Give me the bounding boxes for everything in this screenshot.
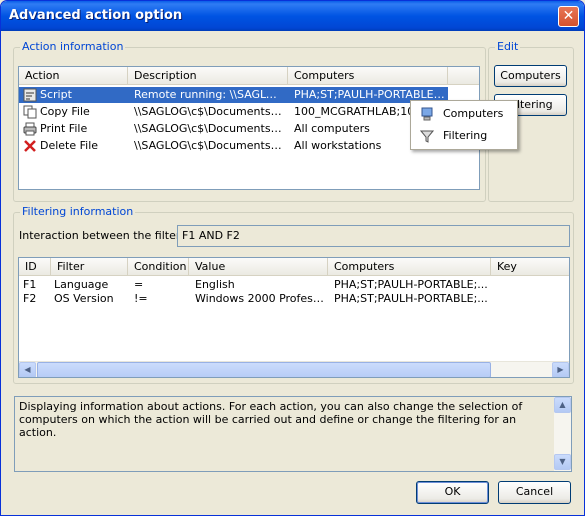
action-name: Script (40, 88, 72, 101)
edit-label: Edit (495, 40, 521, 53)
filter-list-header: ID Filter Condition Value Computers Key (19, 258, 569, 276)
action-name: Delete File (40, 139, 99, 152)
computers-icon (421, 107, 433, 121)
menu-item-computers[interactable]: Computers (411, 103, 517, 125)
filter-condition: != (134, 292, 148, 305)
action-description: \\SAGLOG\c$\Documents an... (134, 122, 284, 135)
delete-icon (24, 140, 36, 152)
filter-name: OS Version (54, 292, 114, 305)
column-value[interactable]: Value (189, 258, 328, 276)
menu-item-label: Computers (443, 107, 504, 120)
filter-computers: PHA;ST;PAULH-PORTABLE;... (334, 278, 488, 291)
column-description[interactable]: Description (128, 67, 288, 85)
close-button[interactable]: ✕ (558, 6, 579, 27)
filter-icon (420, 130, 434, 143)
action-description: Remote running: \\SAGLOG\... (134, 88, 284, 101)
action-name: Print File (40, 122, 88, 135)
filter-value: English (195, 278, 235, 291)
interaction-label: Interaction between the filters: (19, 229, 190, 242)
menu-item-label: Filtering (443, 129, 488, 142)
action-list-header: Action Description Computers (19, 67, 479, 85)
column-filler (448, 67, 479, 85)
ok-button[interactable]: OK (416, 481, 489, 504)
filter-list[interactable]: ID Filter Condition Value Computers Key … (18, 257, 570, 378)
column-computers[interactable]: Computers (328, 258, 491, 276)
menu-item-filtering[interactable]: Filtering (411, 125, 517, 147)
scroll-down-icon[interactable]: ▼ (554, 454, 571, 470)
filter-computers: PHA;ST;PAULH-PORTABLE;... (334, 292, 488, 305)
cancel-button[interactable]: Cancel (498, 481, 571, 504)
action-name: Copy File (40, 105, 90, 118)
script-icon (23, 88, 37, 102)
context-menu: Computers Filtering (410, 100, 518, 150)
action-description: \\SAGLOG\c$\Documents an... (134, 105, 284, 118)
filter-id: F2 (23, 292, 37, 305)
scrollbar-thumb[interactable] (37, 362, 491, 377)
computers-button[interactable]: Computers (494, 65, 567, 87)
column-computers[interactable]: Computers (288, 67, 448, 85)
column-action[interactable]: Action (19, 67, 128, 85)
scroll-left-icon[interactable]: ◀ (19, 362, 36, 377)
filter-id: F1 (23, 278, 37, 291)
scroll-right-icon[interactable]: ▶ (552, 362, 569, 377)
column-key[interactable]: Key (491, 258, 569, 276)
info-vertical-scrollbar[interactable]: ▲ ▼ (554, 397, 571, 471)
action-row-script[interactable]: Script Remote running: \\SAGLOG\... PHA;… (19, 87, 448, 103)
action-description: \\SAGLOG\c$\Documents an... (134, 139, 284, 152)
column-id[interactable]: ID (19, 258, 51, 276)
column-filter[interactable]: Filter (51, 258, 128, 276)
filtering-information-label: Filtering information (20, 205, 136, 218)
interaction-field[interactable]: F1 AND F2 (177, 225, 570, 247)
filter-condition: = (134, 278, 144, 291)
filter-row-f2[interactable]: F2 OS Version != Windows 2000 Professi..… (19, 291, 569, 307)
filter-value: Windows 2000 Professi... (195, 292, 325, 305)
copy-file-icon (23, 105, 37, 119)
dialog-window: Advanced action option ✕ Action informat… (0, 0, 585, 516)
printer-icon (23, 122, 37, 136)
scroll-up-icon[interactable]: ▲ (554, 397, 571, 413)
action-information-label: Action information (20, 40, 126, 53)
column-condition[interactable]: Condition (128, 258, 189, 276)
filter-name: Language (54, 278, 109, 291)
info-text: Displaying information about actions. Fo… (19, 400, 523, 439)
info-text-area[interactable]: Displaying information about actions. Fo… (14, 396, 572, 472)
filter-list-horizontal-scrollbar[interactable]: ◀ ▶ (19, 361, 569, 377)
title-bar[interactable]: Advanced action option ✕ (1, 1, 584, 31)
window-title: Advanced action option (9, 8, 183, 23)
